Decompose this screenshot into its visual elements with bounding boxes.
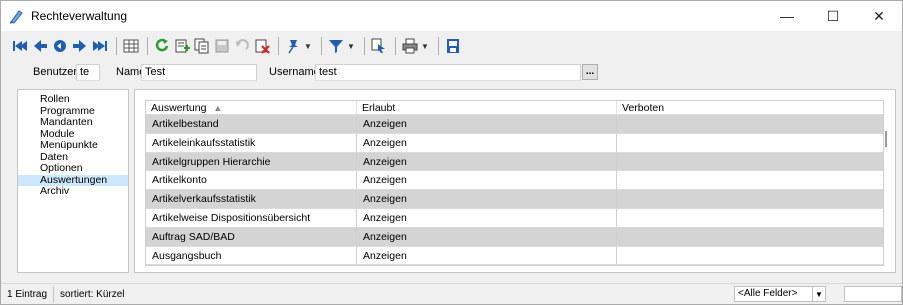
record-count: 1 Eintrag <box>1 285 55 303</box>
column-header-erlaubt[interactable]: Erlaubt <box>357 101 617 115</box>
cell-verboten[interactable] <box>617 171 879 189</box>
cell-erlaubt[interactable]: Anzeigen <box>357 171 617 190</box>
cell-name[interactable]: Artikelweise Dispositionsübersicht <box>146 208 357 227</box>
nav-item-archiv[interactable]: Archiv <box>18 185 128 198</box>
toolbar-separator <box>321 37 322 55</box>
toolbar-separator <box>116 37 117 55</box>
table-row[interactable]: Artikelweise Dispositionsübersicht Anzeig… <box>146 208 883 228</box>
cell-verboten[interactable] <box>617 228 879 246</box>
cell-verboten[interactable] <box>617 153 879 171</box>
cell-verboten[interactable] <box>617 209 879 227</box>
sort-status: sortiert: Kürzel <box>60 288 125 300</box>
table-row[interactable]: Artikeleinkaufsstatistik Anzeigen <box>146 133 883 153</box>
table-row[interactable]: Ausgangsbuch Anzeigen <box>146 246 883 265</box>
table-view-icon[interactable] <box>122 37 140 55</box>
cell-name[interactable]: Artikelkonto <box>146 171 357 190</box>
field-selector[interactable]: <Alle Felder> <box>734 286 814 302</box>
status-bar: 1 Eintrag sortiert: Kürzel <Alle Felder>… <box>1 283 902 304</box>
cell-verboten[interactable] <box>617 247 879 265</box>
last-record-icon[interactable] <box>91 37 109 55</box>
username-lookup-button[interactable]: ... <box>582 64 598 80</box>
username-label: Username <box>269 66 320 78</box>
copy-icon[interactable] <box>193 37 211 55</box>
maximize-button[interactable]: ☐ <box>810 1 856 31</box>
search-field[interactable] <box>844 286 902 302</box>
column-header-verboten[interactable]: Verboten <box>617 101 879 115</box>
nav-item-auswertungen[interactable]: Auswertungen <box>18 174 128 186</box>
print-dropdown-icon[interactable]: ▼ <box>421 37 429 55</box>
filter-row: Benutzer te Name Test Username test ... <box>1 59 902 85</box>
undo-icon[interactable] <box>233 37 251 55</box>
refresh-icon[interactable] <box>153 37 171 55</box>
filter-icon[interactable] <box>327 37 345 55</box>
toolbar-separator <box>278 37 279 55</box>
toolbar: ▼ ▼ ▼ <box>1 35 464 57</box>
table-row[interactable]: Artikelgruppen Hierarchie Anzeigen <box>146 152 883 172</box>
back-icon[interactable] <box>51 37 69 55</box>
table-row[interactable]: Artikelkonto Anzeigen <box>146 171 883 191</box>
cell-verboten[interactable] <box>617 134 879 152</box>
cell-erlaubt[interactable]: Anzeigen <box>357 152 617 171</box>
username-field[interactable]: test <box>315 63 581 81</box>
cell-erlaubt[interactable]: Anzeigen <box>357 133 617 152</box>
name-field[interactable]: Test <box>141 63 257 81</box>
benutzer-label: Benutzer <box>33 66 78 78</box>
table-header: Auswertung ▲ Erlaubt Verboten <box>146 101 883 115</box>
cell-name[interactable]: Artikelbestand <box>146 115 357 133</box>
cell-name[interactable]: Artikelgruppen Hierarchie <box>146 152 357 171</box>
table-row[interactable]: Auftrag SAD/BAD Anzeigen <box>146 227 883 247</box>
field-selector-dropdown-icon[interactable]: ▼ <box>812 286 826 302</box>
benutzer-field[interactable]: te <box>76 63 100 81</box>
pin-icon[interactable] <box>284 37 302 55</box>
cell-verboten[interactable] <box>617 190 879 208</box>
vertical-scrollbar[interactable] <box>885 131 887 147</box>
toolbar-separator <box>395 37 396 55</box>
minimize-button[interactable]: — <box>764 1 810 31</box>
table-row[interactable]: Artikelverkaufsstatistik Anzeigen <box>146 190 883 209</box>
category-list: Rollen Programme Mandanten Module Menüpunkte… <box>17 89 129 273</box>
toolbar-separator <box>364 37 365 55</box>
sort-ascending-icon: ▲ <box>213 103 223 113</box>
prev-record-icon[interactable] <box>31 37 49 55</box>
next-record-icon[interactable] <box>71 37 89 55</box>
grid-panel: Auswertung ▲ Erlaubt Verboten Artikelbes… <box>134 89 896 273</box>
rechteverwaltung-window: Rechteverwaltung — ☐ ✕ ▼ ▼ ▼ Benutzer te… <box>0 0 903 305</box>
nav-item-optionen[interactable]: Optionen <box>18 162 128 175</box>
cell-erlaubt[interactable]: Anzeigen <box>357 208 617 227</box>
toolbar-separator <box>147 37 148 55</box>
new-icon[interactable] <box>173 37 191 55</box>
nav-item-rollen[interactable]: Rollen <box>18 93 128 106</box>
close-button[interactable]: ✕ <box>856 1 902 31</box>
cell-erlaubt[interactable]: Anzeigen <box>357 115 617 133</box>
cell-erlaubt[interactable]: Anzeigen <box>357 246 617 265</box>
table-body: Artikelbestand Anzeigen Artikeleinkaufssta… <box>146 115 883 265</box>
cell-verboten[interactable] <box>617 115 879 133</box>
print-icon[interactable] <box>401 37 419 55</box>
toolbar-separator <box>438 37 439 55</box>
cell-name[interactable]: Auftrag SAD/BAD <box>146 227 357 246</box>
nav-item-menüpunkte[interactable]: Menüpunkte <box>18 139 128 152</box>
cell-name[interactable]: Artikeleinkaufsstatistik <box>146 133 357 152</box>
pin-dropdown-icon[interactable]: ▼ <box>304 37 312 55</box>
cell-erlaubt[interactable]: Anzeigen <box>357 190 617 208</box>
cell-erlaubt[interactable]: Anzeigen <box>357 227 617 246</box>
cell-name[interactable]: Artikelverkaufsstatistik <box>146 190 357 208</box>
table-row[interactable]: Artikelbestand Anzeigen <box>146 115 883 134</box>
window-title: Rechteverwaltung <box>31 9 128 23</box>
title-bar: Rechteverwaltung — ☐ ✕ <box>1 1 902 31</box>
delete-icon[interactable] <box>253 37 271 55</box>
nav-item-mandanten[interactable]: Mandanten <box>18 116 128 129</box>
cell-name[interactable]: Ausgangsbuch <box>146 246 357 265</box>
first-record-icon[interactable] <box>11 37 29 55</box>
app-icon <box>9 8 25 24</box>
export-icon[interactable] <box>444 37 462 55</box>
column-header-auswertung[interactable]: Auswertung ▲ <box>146 101 357 115</box>
permissions-table: Auswertung ▲ Erlaubt Verboten Artikelbes… <box>145 100 884 266</box>
filter-dropdown-icon[interactable]: ▼ <box>347 37 355 55</box>
save-icon[interactable] <box>213 37 231 55</box>
select-icon[interactable] <box>370 37 388 55</box>
